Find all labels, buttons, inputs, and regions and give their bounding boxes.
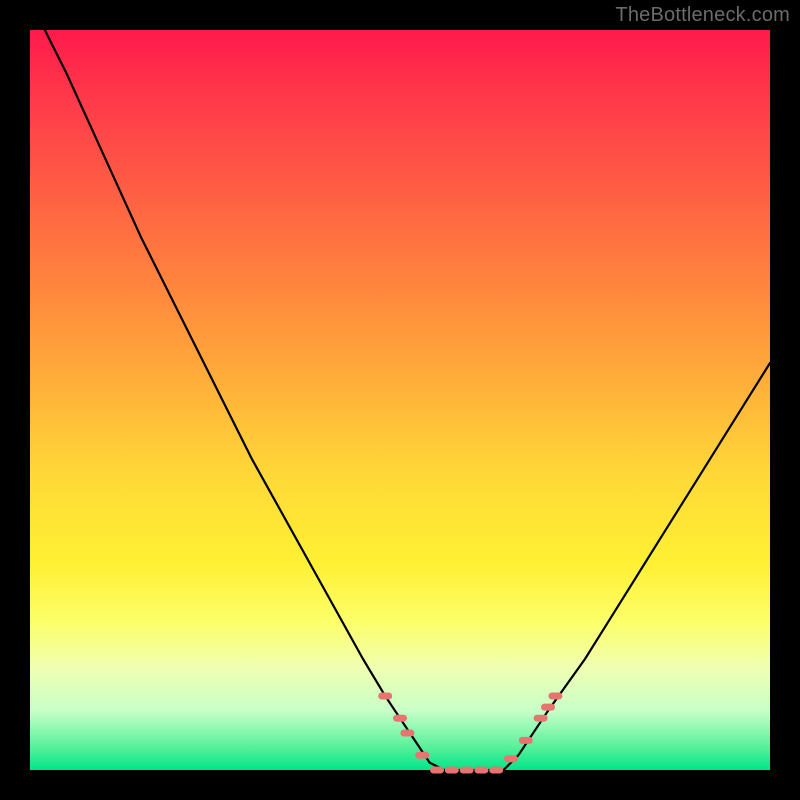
chart-frame: TheBottleneck.com (0, 0, 800, 800)
attribution-label: TheBottleneck.com (615, 4, 790, 27)
bottleneck-curve (45, 30, 770, 770)
chart-plot-area (30, 30, 770, 770)
chart-svg (30, 30, 770, 770)
curve-markers (378, 693, 562, 774)
